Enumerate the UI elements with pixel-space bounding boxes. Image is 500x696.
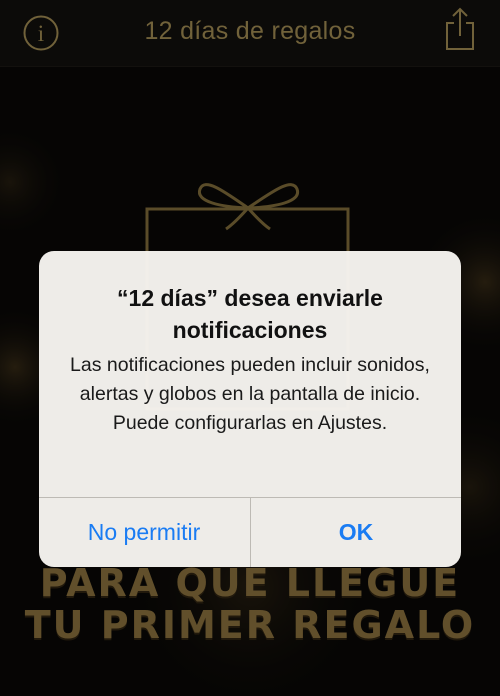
deny-button[interactable]: No permitir xyxy=(39,498,249,567)
ok-button[interactable]: OK xyxy=(251,498,461,567)
alert-title: “12 días” desea enviarle notificaciones xyxy=(117,285,383,343)
alert-message: Las notificaciones pueden incluir sonido… xyxy=(70,354,430,434)
notification-permission-alert: “12 días” desea enviarle notificaciones … xyxy=(39,251,461,567)
